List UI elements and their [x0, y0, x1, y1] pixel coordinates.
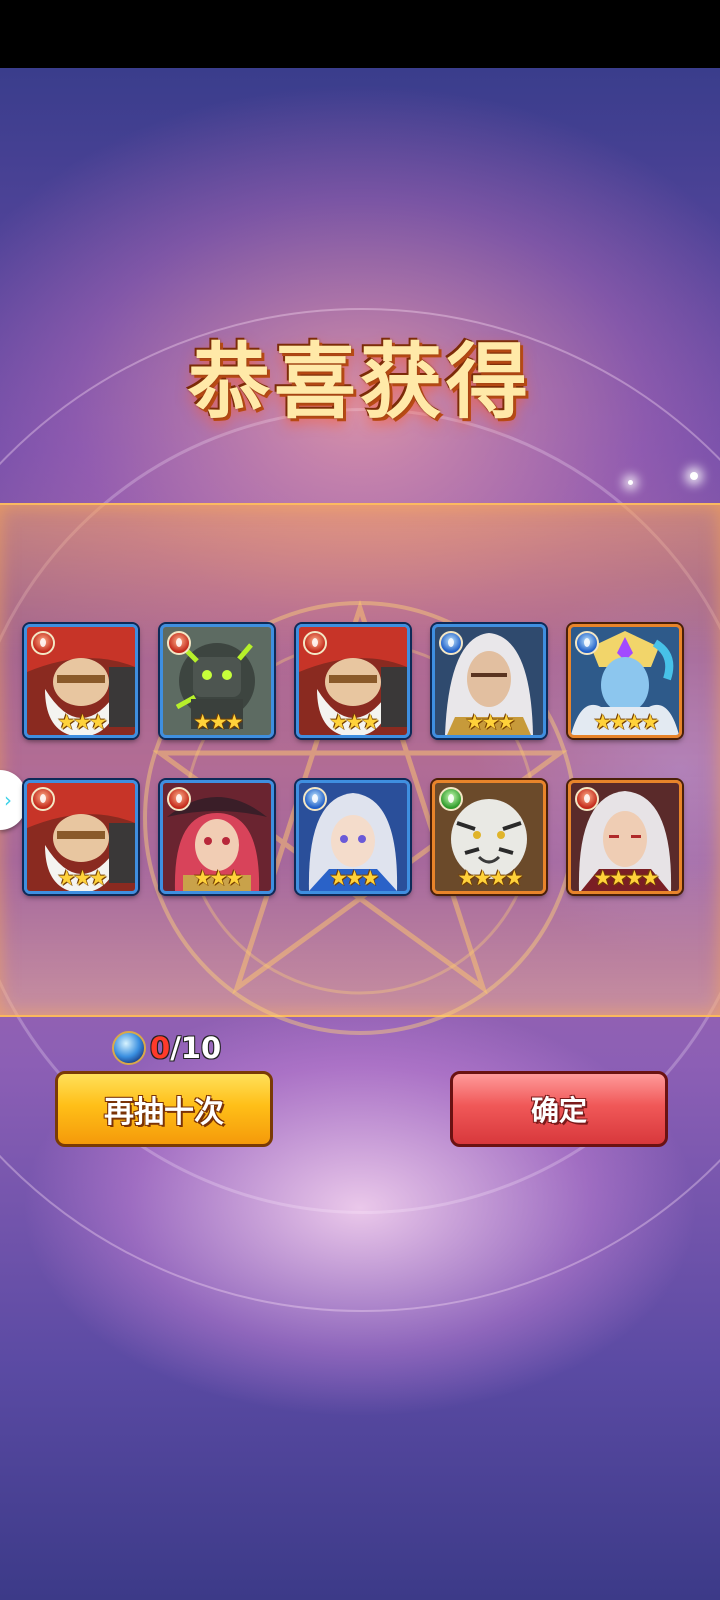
- hero-card[interactable]: ★★★: [296, 624, 410, 738]
- star-rating: ★★★★: [593, 866, 659, 890]
- hero-card[interactable]: ★★★★: [432, 780, 546, 894]
- star-rating: ★★★: [329, 866, 379, 890]
- hero-card[interactable]: ★★★: [160, 624, 274, 738]
- summon-count-current: 0: [150, 1031, 171, 1065]
- hero-card[interactable]: ★★★: [432, 624, 546, 738]
- summon-count: 0/10: [150, 1031, 221, 1065]
- star-rating: ★★★: [465, 710, 515, 734]
- summon-ten-again-button[interactable]: 再抽十次: [55, 1071, 273, 1147]
- water-element-icon: [575, 631, 599, 655]
- congratulations-title: 恭喜获得: [187, 335, 532, 430]
- star-rating: ★★★: [57, 866, 107, 890]
- sparkle: [690, 472, 698, 480]
- hero-card[interactable]: ★★★★: [568, 624, 682, 738]
- status-bar: [0, 0, 720, 68]
- hero-card[interactable]: ★★★: [296, 780, 410, 894]
- hero-card[interactable]: ★★★: [160, 780, 274, 894]
- chevron-right-icon: ›: [4, 788, 12, 812]
- star-rating: ★★★: [329, 710, 379, 734]
- fire-element-icon: [167, 787, 191, 811]
- fire-element-icon: [303, 631, 327, 655]
- wind-element-icon: [439, 787, 463, 811]
- star-rating: ★★★: [193, 710, 243, 734]
- title-area: 恭喜获得: [0, 315, 720, 434]
- star-rating: ★★★★: [593, 710, 659, 734]
- hero-card[interactable]: ★★★: [24, 780, 138, 894]
- hero-card[interactable]: ★★★: [24, 624, 138, 738]
- hero-card[interactable]: ★★★★: [568, 780, 682, 894]
- sparkle: [628, 480, 633, 485]
- water-element-icon: [439, 631, 463, 655]
- fire-element-icon: [31, 787, 55, 811]
- confirm-button[interactable]: 确定: [450, 1071, 668, 1147]
- fire-element-icon: [31, 631, 55, 655]
- star-rating: ★★★: [193, 866, 243, 890]
- star-rating: ★★★: [57, 710, 107, 734]
- fire-element-icon: [167, 631, 191, 655]
- star-rating: ★★★★: [457, 866, 523, 890]
- summon-counter: 0/10: [112, 1028, 221, 1068]
- summon-orb-icon: [112, 1031, 146, 1065]
- water-element-icon: [303, 787, 327, 811]
- summon-count-total: /10: [170, 1031, 222, 1065]
- fire-element-icon: [575, 787, 599, 811]
